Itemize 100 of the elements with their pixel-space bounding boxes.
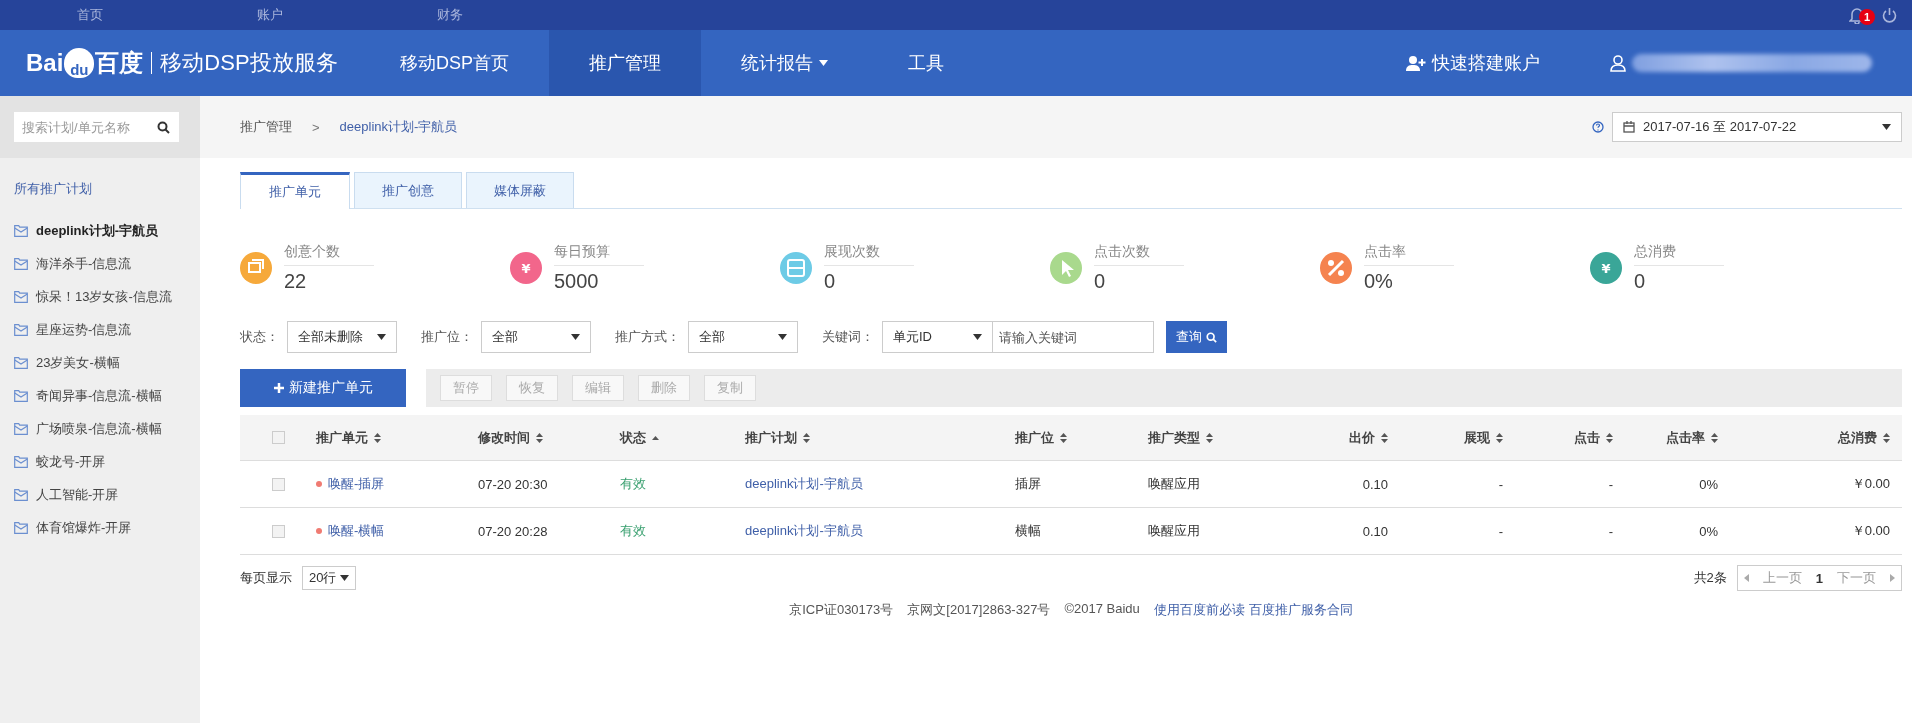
sidebar-item[interactable]: 奇闻异事-信息流-横幅 — [0, 379, 200, 412]
per-page-dropdown[interactable]: 20行 — [302, 566, 357, 590]
caret-icon — [377, 334, 386, 340]
nav-tab[interactable]: 移动DSP首页 — [360, 30, 549, 96]
sort-ascending-icon[interactable] — [652, 435, 659, 440]
column-header[interactable]: 推广单元 — [316, 428, 368, 447]
stat-label: 展现次数 — [824, 243, 914, 266]
column-header[interactable]: 点击 — [1574, 428, 1600, 447]
row-checkbox[interactable] — [271, 524, 285, 538]
sort-icon[interactable] — [536, 432, 543, 443]
user-icon[interactable] — [1610, 54, 1626, 72]
search-icon[interactable] — [157, 121, 170, 134]
folder-icon — [14, 356, 28, 369]
footer-text: ©2017 Baidu — [1064, 601, 1140, 618]
table-cell: ￥0.00 — [1851, 522, 1890, 540]
footer-link[interactable]: 使用百度前必读 — [1153, 601, 1245, 619]
table-cell: 0.10 — [1362, 476, 1388, 492]
power-icon[interactable] — [1881, 6, 1898, 24]
folder-icon — [14, 521, 28, 534]
sort-icon[interactable] — [1381, 432, 1388, 443]
folder-icon — [14, 422, 28, 435]
sort-icon[interactable] — [1711, 432, 1718, 443]
add-user-icon — [1406, 55, 1426, 71]
yen-stat-icon: ¥ — [1590, 252, 1622, 284]
sidebar-item[interactable]: 海洋杀手-信息流 — [0, 247, 200, 280]
column-header[interactable]: 总消费 — [1838, 428, 1877, 447]
table-cell: 横幅 — [1015, 522, 1041, 540]
page-number[interactable]: 1 — [1815, 570, 1823, 586]
folder-icon — [14, 323, 28, 336]
folder-icon — [14, 455, 28, 468]
tab[interactable]: 推广创意 — [354, 172, 462, 208]
sort-icon[interactable] — [1060, 432, 1067, 443]
top-nav-link[interactable]: 首页 — [0, 6, 180, 24]
table-cell: 0% — [1699, 476, 1718, 492]
notification-badge: 1 — [1859, 8, 1875, 25]
stat-label: 点击率 — [1364, 243, 1454, 266]
breadcrumb-separator: > — [312, 119, 320, 135]
sidebar-item[interactable]: 体育馆爆炸-开屏 — [0, 511, 200, 544]
column-header[interactable]: 点击率 — [1666, 428, 1705, 447]
table-cell: 0% — [1699, 523, 1718, 539]
new-unit-button[interactable]: 新建推广单元 — [240, 369, 406, 407]
sort-icon[interactable] — [803, 432, 810, 443]
sidebar-item[interactable]: 23岁美女-横幅 — [0, 346, 200, 379]
column-header[interactable]: 推广位 — [1015, 428, 1054, 447]
total-count: 共2条 — [1693, 569, 1727, 587]
plan-link[interactable]: deeplink计划-宇航员 — [745, 522, 863, 540]
sidebar-item[interactable]: 人工智能-开屏 — [0, 478, 200, 511]
column-header[interactable]: 出价 — [1349, 428, 1375, 447]
filter-label: 推广位： — [421, 328, 473, 346]
column-header[interactable]: 修改时间 — [478, 428, 530, 447]
select-all-checkbox[interactable] — [271, 431, 285, 444]
sort-icon[interactable] — [1883, 432, 1890, 443]
nav-tab[interactable]: 推广管理 — [549, 30, 701, 96]
stat-value: 22 — [284, 269, 308, 293]
folder-icon — [14, 488, 28, 501]
caret-icon — [973, 334, 982, 340]
filter-dropdown[interactable]: 全部 — [688, 321, 798, 353]
nav-tab[interactable]: 统计报告 — [701, 30, 868, 96]
top-nav-link[interactable]: 财务 — [360, 6, 540, 24]
date-range-picker[interactable]: 2017-07-16 至 2017-07-22 — [1612, 112, 1902, 142]
tab[interactable]: 媒体屏蔽 — [466, 172, 574, 208]
stat-label: 点击次数 — [1094, 243, 1184, 266]
sidebar-item[interactable]: 惊呆！13岁女孩-信息流 — [0, 280, 200, 313]
all-plans-link[interactable]: 所有推广计划 — [0, 158, 200, 214]
quick-setup-link[interactable]: 快速搭建账户 — [1406, 30, 1610, 96]
sort-icon[interactable] — [1606, 432, 1613, 443]
column-header[interactable]: 推广计划 — [745, 428, 797, 447]
query-button[interactable]: 查询 — [1166, 321, 1227, 353]
table-cell: - — [1608, 523, 1613, 539]
sort-icon[interactable] — [1206, 432, 1213, 443]
stat-value: 0 — [1634, 269, 1647, 293]
search-field[interactable]: 搜索计划/单元名称 — [14, 112, 179, 142]
top-nav-link[interactable]: 账户 — [180, 6, 360, 24]
calendar-icon — [1623, 121, 1635, 133]
unit-link[interactable]: 唤醒-插屏 — [328, 475, 385, 493]
keyword-type-dropdown[interactable]: 单元ID — [882, 321, 992, 353]
sort-icon[interactable] — [374, 432, 381, 443]
nav-tab[interactable]: 工具 — [868, 30, 984, 96]
footer-link[interactable]: 百度推广服务合同 — [1248, 601, 1353, 619]
filter-dropdown[interactable]: 全部 — [481, 321, 591, 353]
table-cell: 有效 — [620, 522, 646, 540]
tab[interactable]: 推广单元 — [240, 172, 350, 209]
sidebar-item[interactable]: deeplink计划-宇航员 — [0, 214, 200, 247]
plan-link[interactable]: deeplink计划-宇航员 — [745, 475, 863, 493]
filter-dropdown[interactable]: 全部未删除 — [287, 321, 397, 353]
row-checkbox[interactable] — [271, 477, 285, 491]
column-header[interactable]: 状态 — [620, 428, 646, 447]
sort-icon[interactable] — [1496, 432, 1503, 443]
table-cell: 唤醒应用 — [1148, 522, 1200, 540]
yen-stat-icon: ¥ — [510, 252, 542, 284]
sidebar-item[interactable]: 星座运势-信息流 — [0, 313, 200, 346]
keyword-input[interactable]: 请输入关键词 — [992, 321, 1154, 353]
help-icon[interactable] — [1592, 121, 1604, 133]
sidebar-item[interactable]: 蛟龙号-开屏 — [0, 445, 200, 478]
unit-link[interactable]: 唤醒-横幅 — [328, 522, 385, 540]
sidebar-item[interactable]: 广场喷泉-信息流-横幅 — [0, 412, 200, 445]
breadcrumb-link[interactable]: 推广管理 — [240, 118, 292, 136]
column-header[interactable]: 展现 — [1464, 428, 1490, 447]
stat-value: 0% — [1364, 269, 1394, 293]
column-header[interactable]: 推广类型 — [1148, 428, 1200, 447]
